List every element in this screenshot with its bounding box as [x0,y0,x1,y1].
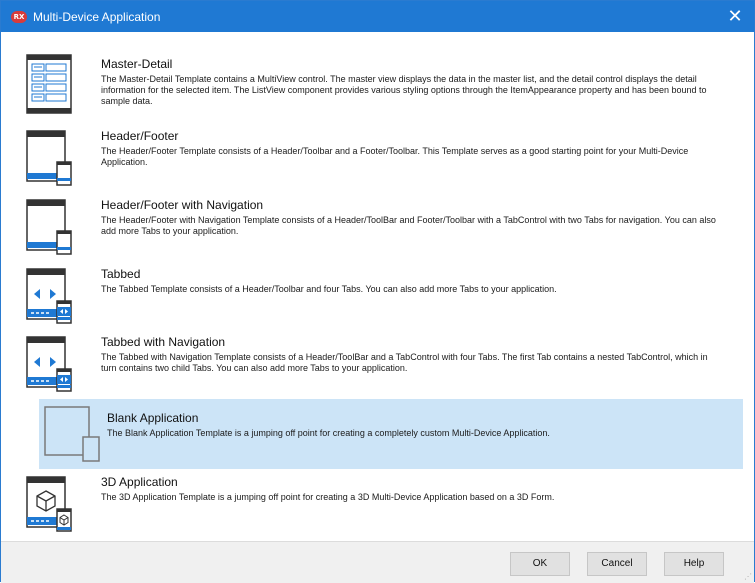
button-bar: OK Cancel Help ⋰ [1,541,754,583]
template-title: Tabbed with Navigation [101,335,226,349]
template-description: The Blank Application Template is a jump… [107,428,550,438]
tabbed-nav-icon [21,335,79,397]
template-item-tabbed[interactable]: Tabbed The Tabbed Template consists of a… [11,263,743,331]
cancel-button[interactable]: Cancel [587,552,647,576]
template-title: Header/Footer [101,129,179,143]
title-bar[interactable]: RX Multi-Device Application ✕ [1,1,754,32]
template-title: Header/Footer with Navigation [101,198,264,212]
help-button[interactable]: Help [664,552,724,576]
template-item-3d-application[interactable]: 3D Application The 3D Application Templa… [11,469,743,539]
template-description: The Header/Footer with Navigation Templa… [101,215,716,236]
header-footer-nav-icon [21,198,79,260]
template-item-header-footer-navigation[interactable]: Header/Footer with Navigation The Header… [11,194,743,263]
template-item-header-footer[interactable]: Header/Footer The Header/Footer Template… [11,125,743,194]
template-item-blank-application[interactable]: Blank Application The Blank Application … [39,399,743,469]
window-title: Multi-Device Application [33,9,161,24]
template-item-tabbed-navigation[interactable]: Tabbed with Navigation The Tabbed with N… [11,331,743,399]
template-description: The Master-Detail Template contains a Mu… [101,74,707,106]
template-item-master-detail[interactable]: Master-Detail The Master-Detail Template… [11,43,743,125]
template-description: The Header/Footer Template consists of a… [101,146,689,167]
resize-grip-icon[interactable]: ⋰ [744,573,752,581]
dialog-window: RX Multi-Device Application ✕ Master-Det… [0,0,755,583]
template-title: Blank Application [107,411,199,425]
template-title: Master-Detail [101,57,173,71]
blank-app-icon [39,403,100,465]
template-title: Tabbed [101,267,141,281]
template-title: 3D Application [101,475,178,489]
template-description: The Tabbed with Navigation Template cons… [101,352,708,373]
3d-app-icon [21,475,79,537]
rx-app-icon: RX [11,10,27,23]
tabbed-icon [21,267,79,329]
template-description: The 3D Application Template is a jumping… [101,492,555,502]
master-detail-icon [21,53,79,115]
template-description: The Tabbed Template consists of a Header… [101,284,557,294]
ok-button[interactable]: OK [510,552,570,576]
header-footer-icon [21,129,79,191]
close-button[interactable]: ✕ [726,7,744,25]
template-list: Master-Detail The Master-Detail Template… [11,43,743,541]
